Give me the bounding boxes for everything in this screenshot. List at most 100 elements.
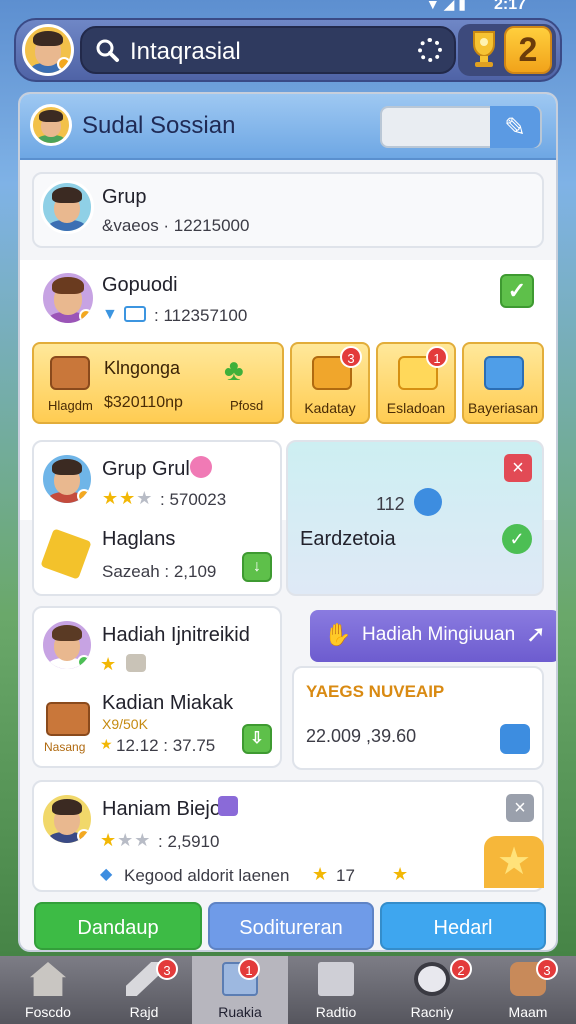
search-input[interactable]: Intaqrasial xyxy=(130,38,241,66)
nav-item-radio[interactable]: Radtio xyxy=(288,956,384,1024)
rating-value: : 570023 xyxy=(160,490,227,509)
gift-card[interactable]: Hadiah Ijnitreikid ★ Nasang Kadian Miaka… xyxy=(32,606,282,768)
search-bar[interactable]: Intaqrasial xyxy=(80,26,456,74)
header-avatar xyxy=(30,104,72,146)
group-card[interactable]: Grup &vaeos · 12215000 xyxy=(32,172,544,248)
notification-badge: 2 xyxy=(450,958,472,980)
value-title: YAEGS NUVEAIP xyxy=(306,682,445,701)
reward-tile[interactable]: 3 Kadatay xyxy=(290,342,370,424)
star-icon: ★ xyxy=(392,864,410,884)
clover-icon: ♣ xyxy=(224,354,244,387)
tag-icon xyxy=(218,796,238,816)
tertiary-action-button[interactable]: Hedarl xyxy=(380,902,546,950)
item-price: X9/50K xyxy=(102,716,148,732)
footer-text: Kegood aldorit laenen xyxy=(124,866,290,885)
item-name: Kadian Miakak xyxy=(102,692,234,714)
star-icon: ★ xyxy=(312,864,330,884)
social-panel: Sudal Sossian ✎ Grup &vaeos · 12215000 G… xyxy=(18,92,558,952)
shield-icon: ▼ xyxy=(102,306,118,323)
primary-action-button[interactable]: Dandaup xyxy=(34,902,202,950)
notification-badge: 1 xyxy=(238,958,260,980)
info-icon xyxy=(414,488,442,516)
nav-item-chest[interactable]: 1 Ruakia xyxy=(192,956,288,1024)
info-label: Eardzetoia xyxy=(300,528,396,550)
collect-button[interactable]: ⇩ xyxy=(242,724,272,754)
info-button[interactable] xyxy=(500,724,530,754)
status-bar: ▼ ◢ ▮ 2:17 xyxy=(0,0,576,14)
item-sub: 12.12 : 37.75 xyxy=(116,736,216,755)
panel-title: Sudal Sossian xyxy=(82,112,236,139)
level-badge: 2 xyxy=(504,26,552,74)
header-input-field[interactable]: ✎ xyxy=(380,106,542,148)
nav-item-ranking[interactable]: 2 Racniy xyxy=(384,956,480,1024)
rating-stars: ★ xyxy=(100,736,114,752)
weekly-gift-label: Hadiah Mingiuuan xyxy=(362,624,516,645)
search-icon xyxy=(96,39,119,62)
medal-icon xyxy=(414,962,450,996)
close-icon[interactable]: × xyxy=(504,454,532,482)
reward-tile-main[interactable]: Klngonga $320110np Hlagdm ♣ Pfosd xyxy=(32,342,284,424)
group-name: Grup Grul xyxy=(102,458,190,480)
item-label: Nasang xyxy=(44,740,86,754)
info-value: 112 xyxy=(376,494,405,514)
map-icon xyxy=(484,356,524,390)
check-circle-icon[interactable]: ✓ xyxy=(502,524,532,554)
friend-card[interactable]: Haniam Biejo ★★★ : 2,5910 ◆ Kegood aldor… xyxy=(32,780,544,892)
friend-name: Gopuodi xyxy=(102,274,178,296)
notification-badge: 3 xyxy=(156,958,178,980)
rating-stars: ★ xyxy=(100,654,118,674)
home-icon xyxy=(30,962,66,996)
friend-name: Haniam Biejo xyxy=(102,798,221,820)
rating-stars: ★★★ xyxy=(102,488,154,508)
notification-badge: 3 xyxy=(340,346,362,368)
gear-icon[interactable] xyxy=(418,38,442,62)
nav-item-main[interactable]: 3 Maam xyxy=(480,956,576,1024)
group-card[interactable]: Grup Grul ★★★ : 570023 Haglans Sazeah : … xyxy=(32,440,282,596)
nav-item-home[interactable]: Foscdo xyxy=(0,956,96,1024)
bottom-nav: Foscdo 3 Rajd 1 Ruakia Radtio 2 Racniy 3… xyxy=(0,956,576,1024)
reward-tile[interactable]: 1 Esladoan xyxy=(376,342,456,424)
close-icon[interactable]: × xyxy=(506,794,534,822)
group-sub: &vaeos · 12215000 xyxy=(102,216,250,235)
level-panel[interactable]: 2 xyxy=(458,24,556,76)
chest-icon xyxy=(50,356,90,390)
book-icon xyxy=(318,962,354,996)
reward-strip: Klngonga $320110np Hlagdm ♣ Pfosd 3 Kada… xyxy=(32,342,544,426)
collect-button[interactable]: ↓ xyxy=(242,552,272,582)
avatar xyxy=(40,792,94,846)
profile-avatar[interactable] xyxy=(22,24,74,76)
panel-header: Sudal Sossian ✎ xyxy=(20,94,556,160)
bag-icon xyxy=(126,654,146,672)
notification-badge: 1 xyxy=(426,346,448,368)
status-time: 2:17 xyxy=(493,0,526,13)
item-sub: Sazeah : 2,109 xyxy=(102,562,217,581)
group-name: Grup xyxy=(102,186,147,208)
weekly-gift-banner[interactable]: ✋ Hadiah Mingiuuan ➚ xyxy=(310,610,556,662)
accept-check-button[interactable]: ✓ xyxy=(500,274,534,308)
chest-icon xyxy=(46,702,90,736)
bolt-icon: ◆ xyxy=(100,866,113,883)
value-card[interactable]: YAEGS NUVEAIP 22.009 ,39.60 xyxy=(292,666,544,770)
avatar xyxy=(40,270,96,326)
secondary-action-button[interactable]: Soditureran xyxy=(208,902,374,950)
avatar xyxy=(40,180,94,234)
reward-value: $320110np xyxy=(104,394,183,411)
avatar xyxy=(40,452,94,506)
top-bar: Intaqrasial 2 xyxy=(14,18,562,82)
reward-tile[interactable]: Bayeriasan xyxy=(462,342,544,424)
gold-icon xyxy=(40,528,92,580)
edit-icon[interactable]: ✎ xyxy=(490,106,540,148)
status-icons: ▼ ◢ ▮ xyxy=(425,0,466,12)
reward-title: Klngonga xyxy=(104,358,181,378)
footer-value: 17 xyxy=(336,866,355,885)
reward-label: Hlagdm xyxy=(48,398,93,413)
rating-stars: ★★★ xyxy=(100,830,152,850)
info-card[interactable]: × 112 Eardzetoia ✓ xyxy=(286,440,544,596)
star-reward-icon[interactable]: ★ xyxy=(484,836,544,888)
avatar xyxy=(40,618,94,672)
card-icon xyxy=(124,306,146,322)
trophy-icon xyxy=(473,31,495,67)
hand-icon: ✋ xyxy=(324,622,352,647)
nav-item-raid[interactable]: 3 Rajd xyxy=(96,956,192,1024)
item-name: Haglans xyxy=(102,528,176,550)
